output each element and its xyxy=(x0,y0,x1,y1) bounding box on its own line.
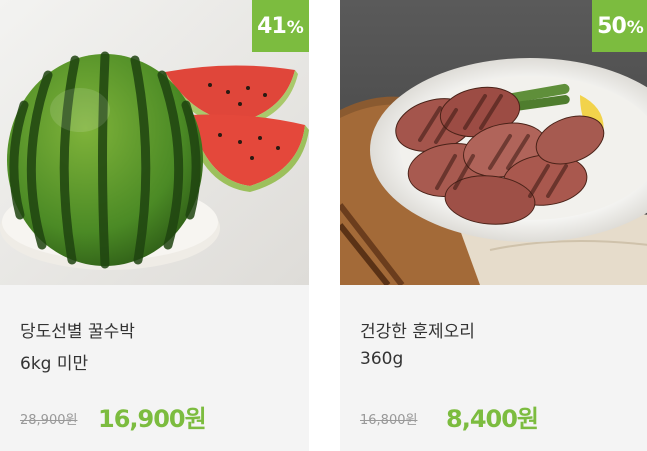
original-price: 28,900원 xyxy=(20,413,78,428)
discount-badge: 50% xyxy=(592,0,647,52)
percent-sign: % xyxy=(626,18,644,38)
product-card-smoked-duck[interactable]: 50% 건강한 훈제오리 360g 16,800원 8,400원 xyxy=(340,0,647,451)
percent-sign: % xyxy=(286,18,304,38)
discount-badge: 41% xyxy=(252,0,309,52)
sale-price: 16,900원 xyxy=(98,405,207,433)
sale-price: 8,400원 xyxy=(446,405,539,433)
discount-rate: 41 xyxy=(257,13,287,39)
product-card-watermelon[interactable]: 41% 당도선별 꿀수박 6kg 미만 28,900원 16,900원 xyxy=(0,0,309,451)
product-info: 당도선별 꿀수박 6kg 미만 28,900원 16,900원 xyxy=(0,285,309,451)
product-name[interactable]: 건강한 훈제오리 xyxy=(360,317,475,342)
product-info: 건강한 훈제오리 360g 16,800원 8,400원 xyxy=(340,285,647,451)
product-size[interactable]: 360g xyxy=(360,349,403,369)
product-size[interactable]: 6kg 미만 xyxy=(20,349,88,374)
product-name[interactable]: 당도선별 꿀수박 xyxy=(20,317,135,342)
original-price: 16,800원 xyxy=(360,413,418,428)
discount-rate: 50 xyxy=(597,13,627,39)
